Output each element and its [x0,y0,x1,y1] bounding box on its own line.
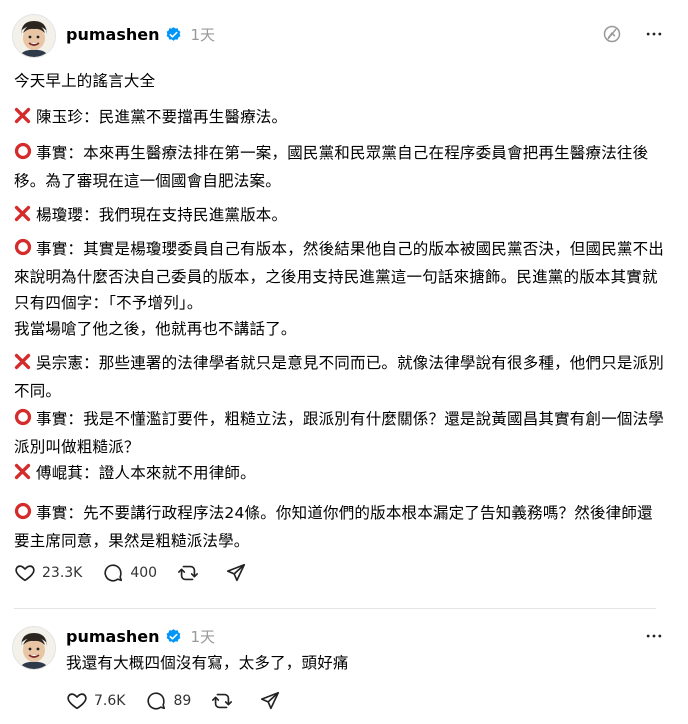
paragraph-text: 陳玉珍：民進黨不要擋再生醫療法。 [36,108,288,126]
more-icon[interactable] [644,24,664,44]
post-top-actions [644,626,664,646]
paragraph-text: 事實：我是不懂濫訂要件，粗糙立法，跟派別有什麼關係？還是說黃國昌其實有創一個法學… [14,410,665,456]
circle-mark-icon [14,502,32,528]
circle-mark-icon [14,238,32,264]
paragraph: 事實：我是不懂濫訂要件，粗糙立法，跟派別有什麼關係？還是說黃國昌其實有創一個法學… [14,406,664,460]
cross-mark-icon [14,352,32,378]
paragraph: 我當場嗆了他之後，他就再也不講話了。 [14,316,297,342]
like-count: 23.3K [42,565,83,581]
paragraph-text: 事實：先不要講行政程序法24條。你知道你們的版本根本漏定了告知義務嗎？然後律師還… [14,504,653,550]
username[interactable]: pumashen [66,627,159,646]
heart-icon [15,565,35,582]
cross-mark-icon [14,462,32,488]
heart-icon [67,693,87,710]
paragraph: 我還有大概四個沒有寫，太多了，頭好痛 [66,650,666,676]
verified-badge-icon [165,628,182,645]
post-actions: 23.3K 400 [14,562,273,584]
paragraph: 楊瓊瓔：我們現在支持民進黨版本。 [14,202,287,230]
repost-button[interactable] [177,562,205,584]
reply-count: 400 [130,565,158,581]
post-body: 我還有大概四個沒有寫，太多了，頭好痛 [66,650,666,676]
post-time: 1天 [190,25,216,44]
paragraph: 事實：其實是楊瓊瓔委員自己有版本，然後結果他自己的版本被國民黨否決，但國民黨不出… [14,236,664,316]
mute-icon[interactable] [602,24,622,44]
circle-mark-icon [14,142,32,168]
paragraph: 事實：先不要講行政程序法24條。你知道你們的版本根本漏定了告知義務嗎？然後律師還… [14,500,664,554]
post-header: pumashen 1天 [66,22,215,46]
post-divider [14,608,656,609]
post-time: 1天 [190,627,216,646]
repost-button[interactable] [211,690,239,712]
more-icon[interactable] [644,626,664,646]
paragraph: 事實：本來再生醫療法排在第一案，國民黨和民眾黨自己在程序委員會把再生醫療法往後移… [14,140,664,194]
paragraph-text: 今天早上的謠言大全 [14,72,156,90]
username[interactable]: pumashen [66,25,159,44]
reply-button[interactable]: 400 [102,562,157,584]
paragraph-text: 事實：其實是楊瓊瓔委員自己有版本，然後結果他自己的版本被國民黨否決，但國民黨不出… [14,240,665,312]
cross-mark-icon [14,204,32,230]
paragraph: 陳玉珍：民進黨不要擋再生醫療法。 [14,104,287,132]
like-count: 7.6K [94,693,126,709]
paragraph: 吳宗憲：那些連署的法律學者就只是意見不同而已。就像法律學說有很多種，他們只是派別… [14,350,664,404]
share-icon [227,563,246,582]
repost-icon [212,693,233,709]
paragraph-text: 吳宗憲：那些連署的法律學者就只是意見不同而已。就像法律學說有很多種，他們只是派別… [14,354,665,400]
post-actions: 7.6K 89 [66,690,307,712]
paragraph-text: 楊瓊瓔：我們現在支持民進黨版本。 [36,206,288,224]
avatar[interactable] [12,14,56,58]
circle-mark-icon [14,408,32,434]
share-icon [261,691,280,710]
paragraph-text: 我當場嗆了他之後，他就再也不講話了。 [14,320,297,338]
paragraph-text: 傅崐萁：證人本來就不用律師。 [36,464,256,482]
verified-badge-icon [165,26,182,43]
share-button[interactable] [259,690,287,712]
paragraph-text: 我還有大概四個沒有寫，太多了，頭好痛 [66,654,349,672]
like-button[interactable]: 7.6K [66,690,125,712]
paragraph: 今天早上的謠言大全 [14,68,155,94]
reply-icon [147,692,166,710]
post-top-actions [602,24,664,44]
paragraph-text: 事實：本來再生醫療法排在第一案，國民黨和民眾黨自己在程序委員會把再生醫療法往後移… [14,144,649,190]
paragraph: 傅崐萁：證人本來就不用律師。 [14,460,256,488]
reply-count: 89 [173,693,192,709]
reply-icon [104,564,123,582]
share-button[interactable] [225,562,253,584]
repost-icon [178,565,199,581]
avatar[interactable] [12,626,56,670]
cross-mark-icon [14,106,32,132]
like-button[interactable]: 23.3K [14,562,82,584]
post-header: pumashen 1天 [66,624,215,648]
reply-button[interactable]: 89 [145,690,191,712]
